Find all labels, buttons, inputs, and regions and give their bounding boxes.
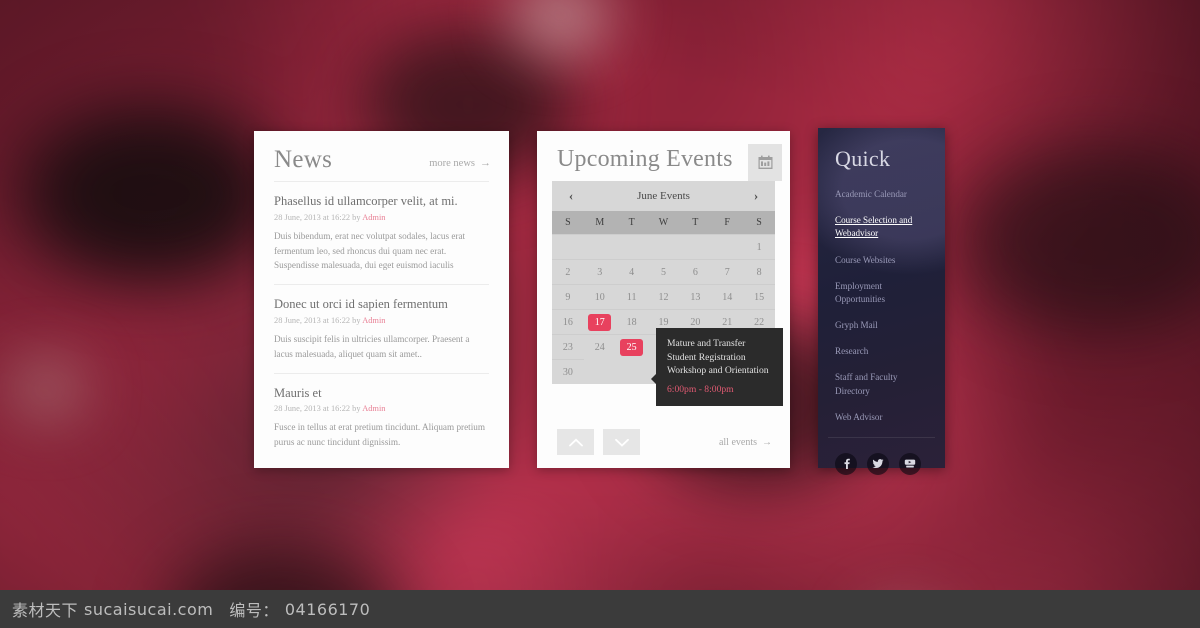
calendar-weekday-header: SMTWTFS	[552, 211, 775, 234]
calendar-next-button[interactable]: ›	[749, 188, 763, 204]
quick-link-6[interactable]: Staff and Faculty Directory	[835, 371, 931, 397]
news-body: Fusce in tellus at erat pretium tincidun…	[274, 422, 486, 448]
calendar-day: 5	[647, 259, 680, 284]
upcoming-events-panel: Upcoming Events ‹ June Events › S M T W T F…	[537, 131, 790, 468]
calendar-day: 14	[711, 284, 744, 309]
event-tooltip-time: 6:00pm - 8:00pm	[667, 383, 734, 395]
quick-link-5[interactable]: Research	[835, 345, 931, 358]
news-author[interactable]: Admin	[362, 316, 385, 325]
news-author[interactable]: Admin	[362, 213, 385, 222]
news-item[interactable]: Mauris et 28 June, 2013 at 16:22 by Admi…	[254, 374, 509, 461]
calendar-day: 8	[743, 259, 775, 284]
chevron-down-icon[interactable]	[603, 429, 640, 455]
calendar-day-highlight: 17	[588, 313, 612, 331]
events-header: Upcoming Events	[537, 131, 790, 181]
news-meta: 28 June, 2013 at 16:22 by Admin	[274, 316, 489, 325]
calendar-day: 3	[583, 259, 616, 284]
calendar-day: 2	[552, 259, 584, 284]
calendar-weekday: T	[628, 217, 635, 228]
calendar-day-event[interactable]: 17	[583, 309, 616, 334]
news-meta: 28 June, 2013 at 16:22 by Admin	[274, 213, 489, 222]
calendar-cell-empty	[552, 234, 584, 259]
news-item[interactable]: Donec ut orci id sapien fermentum 28 Jun…	[254, 285, 509, 372]
news-date: 28 June, 2013 at 16:22 by	[274, 404, 361, 414]
calendar-weekday: M	[595, 217, 605, 228]
quick-links-panel: Quick Academic Calendar Course Selection …	[818, 128, 945, 475]
calendar-weekday: F	[724, 217, 730, 228]
event-tooltip-text: Mature and Transfer Student Registration…	[667, 338, 769, 377]
quick-link-7[interactable]: Web Advisor	[835, 411, 931, 424]
quick-link-3[interactable]: Employment Opportunities	[835, 280, 931, 306]
calendar-nav: ‹ June Events ›	[552, 181, 775, 211]
calendar-day: 15	[743, 284, 775, 309]
calendar-icon[interactable]	[748, 144, 782, 181]
calendar-day: 7	[711, 259, 744, 284]
calendar-weekday: T	[692, 217, 699, 228]
watermark-id-label: 编号：	[229, 601, 279, 620]
news-headline: Phasellus id ullamcorper velit, at mi.	[274, 194, 458, 208]
news-item[interactable]: Phasellus id ullamcorper velit, at mi. 2…	[254, 182, 509, 284]
all-events-label: all events	[718, 436, 757, 448]
news-meta: 28 June, 2013 at 16:22 by Admin	[274, 404, 489, 413]
calendar-weekday: W	[658, 217, 669, 228]
calendar-day: 24	[583, 334, 616, 359]
calendar-weekday: S	[565, 217, 571, 228]
calendar-day: 11	[615, 284, 648, 309]
calendar-day: 9	[552, 284, 584, 309]
calendar-cell-empty	[679, 234, 712, 259]
social-links	[818, 438, 945, 475]
more-news-label: more news	[429, 157, 475, 169]
news-body: Duis suscipit felis in ultricies ullamco…	[274, 333, 470, 359]
news-panel: News more news → Phasellus id ullamcorpe…	[254, 131, 509, 468]
more-news-link[interactable]: more news →	[429, 157, 491, 172]
calendar-month-label: June Events	[637, 190, 690, 202]
twitter-icon[interactable]	[867, 452, 889, 475]
calendar-day-event[interactable]: 25	[615, 334, 648, 359]
calendar-day: 16	[552, 309, 584, 334]
event-tooltip: Mature and Transfer Student Registration…	[651, 328, 783, 407]
all-events-link[interactable]: all events →	[719, 437, 772, 448]
quick-links-list: Academic Calendar Course Selection and We…	[818, 170, 945, 424]
calendar-cell-empty	[615, 234, 648, 259]
quick-link-2[interactable]: Course Websites	[835, 254, 931, 267]
calendar-day: 30	[552, 359, 584, 384]
arrow-right-icon: →	[480, 157, 491, 169]
calendar-cell-empty	[711, 234, 744, 259]
calendar-day-highlight: 25	[620, 338, 644, 356]
events-title: Upcoming Events	[557, 146, 733, 172]
watermark-site: sucaisucai.com	[84, 599, 214, 619]
news-author[interactable]: Admin	[362, 404, 385, 413]
youtube-icon[interactable]	[899, 452, 921, 475]
calendar-day: 6	[679, 259, 712, 284]
calendar-cell-empty	[647, 234, 680, 259]
facebook-icon[interactable]	[835, 452, 857, 475]
calendar-day: 23	[552, 334, 584, 359]
news-date: 28 June, 2013 at 16:22 by	[274, 212, 361, 222]
quick-link-4[interactable]: Gryph Mail	[835, 319, 931, 332]
calendar-day: 18	[615, 309, 648, 334]
calendar-cell-empty	[583, 234, 616, 259]
watermark-brand: 素材天下	[12, 601, 79, 620]
calendar-day: 1	[743, 234, 775, 259]
news-headline: Mauris et	[274, 385, 322, 400]
watermark-footer: 素材天下 sucaisucai.com 编号： 04166170	[0, 590, 1200, 628]
calendar-day: 10	[583, 284, 616, 309]
calendar-prev-button[interactable]: ‹	[564, 188, 578, 204]
news-date: 28 June, 2013 at 16:22 by	[274, 315, 361, 325]
calendar-day: 12	[647, 284, 680, 309]
arrow-right-icon: →	[762, 436, 772, 448]
calendar-day: 13	[679, 284, 712, 309]
events-footer: all events →	[537, 416, 790, 468]
watermark-id-value: 04166170	[284, 599, 371, 619]
news-headline: Donec ut orci id sapien fermentum	[274, 297, 448, 312]
calendar-day: 4	[615, 259, 648, 284]
chevron-up-icon[interactable]	[557, 429, 594, 455]
calendar-weekday: S	[756, 217, 762, 228]
news-header: News more news →	[254, 131, 509, 181]
news-title: News	[274, 146, 333, 173]
quick-title: Quick	[835, 146, 891, 171]
quick-link-1[interactable]: Course Selection and Webadvisor	[835, 214, 931, 240]
quick-link-0[interactable]: Academic Calendar	[835, 188, 931, 201]
news-body: Duis bibendum, erat nec volutpat sodales…	[274, 230, 466, 271]
